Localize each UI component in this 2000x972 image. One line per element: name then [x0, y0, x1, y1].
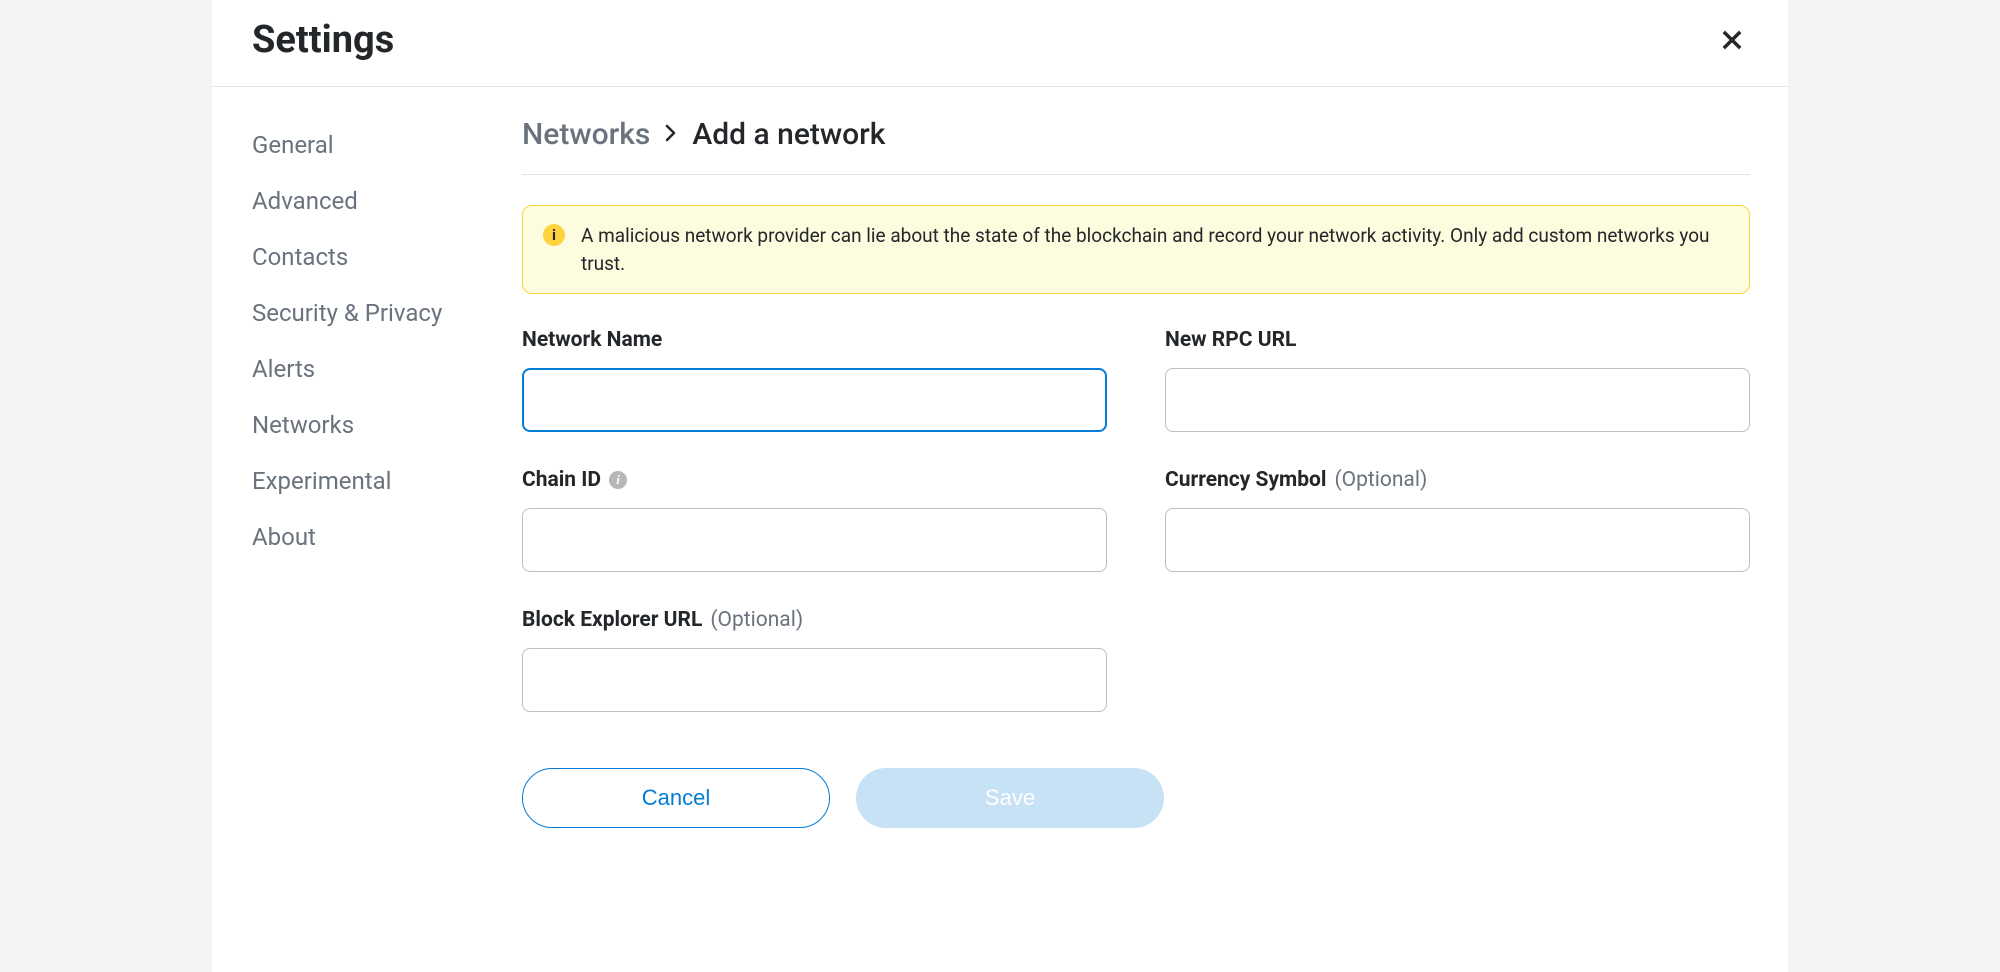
field-block-explorer: Block Explorer URL (Optional): [522, 608, 1107, 712]
network-name-label: Network Name: [522, 328, 662, 352]
currency-symbol-label: Currency Symbol: [1165, 468, 1326, 492]
sidebar-item-about[interactable]: About: [252, 509, 522, 565]
settings-sidebar: General Advanced Contacts Security & Pri…: [212, 87, 522, 858]
chevron-right-icon: [664, 121, 678, 149]
breadcrumb-current: Add a network: [692, 117, 885, 152]
form-actions: Cancel Save: [522, 768, 1750, 828]
network-form: Network Name New RPC URL Chain ID i: [522, 328, 1750, 712]
rpc-url-input[interactable]: [1165, 368, 1750, 432]
network-name-input[interactable]: [522, 368, 1107, 432]
field-rpc-url: New RPC URL: [1165, 328, 1750, 432]
sidebar-item-networks[interactable]: Networks: [252, 397, 522, 453]
field-network-name: Network Name: [522, 328, 1107, 432]
modal-body: General Advanced Contacts Security & Pri…: [212, 87, 1788, 858]
close-icon: [1718, 26, 1746, 54]
info-tooltip-icon[interactable]: i: [609, 471, 627, 489]
modal-header: Settings: [212, 0, 1788, 87]
cancel-button[interactable]: Cancel: [522, 768, 830, 828]
settings-modal: Settings General Advanced Contacts Secur…: [212, 0, 1788, 972]
block-explorer-label: Block Explorer URL: [522, 608, 702, 632]
sidebar-item-advanced[interactable]: Advanced: [252, 173, 522, 229]
rpc-url-label: New RPC URL: [1165, 328, 1296, 352]
warning-text: A malicious network provider can lie abo…: [581, 222, 1729, 277]
modal-title: Settings: [252, 18, 394, 62]
breadcrumb: Networks Add a network: [522, 117, 1750, 175]
save-button[interactable]: Save: [856, 768, 1164, 828]
sidebar-item-experimental[interactable]: Experimental: [252, 453, 522, 509]
sidebar-item-contacts[interactable]: Contacts: [252, 229, 522, 285]
field-currency-symbol: Currency Symbol (Optional): [1165, 468, 1750, 572]
field-chain-id: Chain ID i: [522, 468, 1107, 572]
sidebar-item-general[interactable]: General: [252, 117, 522, 173]
block-explorer-optional: (Optional): [710, 608, 803, 632]
info-icon: i: [543, 224, 565, 246]
sidebar-item-security-privacy[interactable]: Security & Privacy: [252, 285, 522, 341]
sidebar-item-alerts[interactable]: Alerts: [252, 341, 522, 397]
close-button[interactable]: [1716, 24, 1748, 56]
chain-id-label: Chain ID: [522, 468, 601, 492]
currency-symbol-optional: (Optional): [1334, 468, 1427, 492]
warning-banner: i A malicious network provider can lie a…: [522, 205, 1750, 294]
block-explorer-input[interactable]: [522, 648, 1107, 712]
breadcrumb-parent[interactable]: Networks: [522, 117, 650, 152]
content-area: Networks Add a network i A malicious net…: [522, 87, 1788, 858]
chain-id-input[interactable]: [522, 508, 1107, 572]
currency-symbol-input[interactable]: [1165, 508, 1750, 572]
